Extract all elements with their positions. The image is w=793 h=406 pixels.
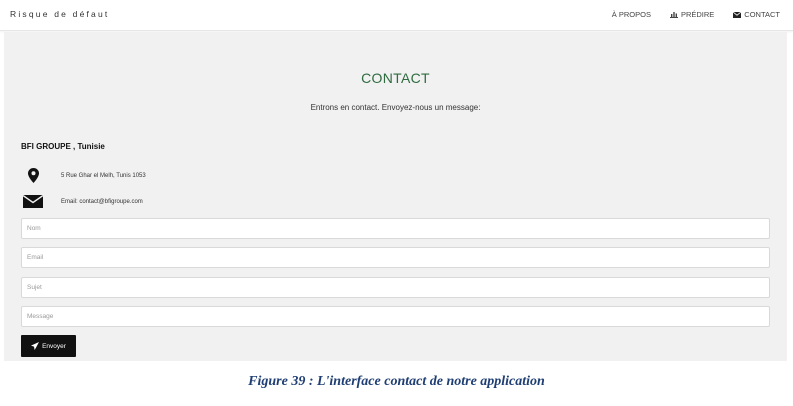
email-text: Email: contact@bfigroupe.com — [61, 198, 143, 205]
message-input[interactable] — [21, 306, 770, 327]
figure-caption: Figure 39 : L'interface contact de notre… — [248, 374, 545, 389]
nav-link-label: CONTACT — [744, 10, 780, 19]
contact-title: CONTACT — [361, 70, 430, 86]
nav-link-contact[interactable]: CONTACT — [733, 10, 780, 19]
nav-links: À PROPOS PRÉDIRE CONTACT — [593, 10, 780, 19]
address-row: 5 Rue Ghar el Melh, Tunis 1053 — [21, 168, 146, 183]
map-marker-icon — [27, 168, 39, 183]
contact-subtitle: Entrons en contact. Envoyez-nous un mess… — [310, 103, 481, 112]
company-name: BFI GROUPE , Tunisie — [21, 142, 105, 151]
nav-link-label: À PROPOS — [611, 10, 651, 19]
nav-link-label: PRÉDIRE — [680, 10, 715, 19]
envelope-icon — [23, 195, 43, 208]
nom-input[interactable] — [21, 218, 770, 239]
address-text: 5 Rue Ghar el Melh, Tunis 1053 — [61, 172, 146, 179]
contact-section: CONTACT Entrons en contact. Envoyez-nous… — [4, 32, 787, 361]
brand-name[interactable]: Risque de défaut — [10, 9, 109, 19]
paper-plane-icon — [31, 342, 40, 350]
envoyer-button[interactable]: Envoyer — [21, 335, 76, 357]
sujet-input[interactable] — [21, 277, 770, 298]
email-row: Email: contact@bfigroupe.com — [21, 195, 143, 208]
envelope-icon — [733, 11, 742, 18]
email-input[interactable] — [21, 247, 770, 268]
bar-chart-icon — [669, 12, 678, 18]
envoyer-label: Envoyer — [42, 342, 66, 350]
nav-link-predire[interactable]: PRÉDIRE — [669, 10, 715, 19]
top-navbar: Risque de défaut À PROPOS PRÉDIRE CONTAC… — [0, 0, 793, 31]
nav-link-a-propos[interactable]: À PROPOS — [612, 10, 651, 19]
